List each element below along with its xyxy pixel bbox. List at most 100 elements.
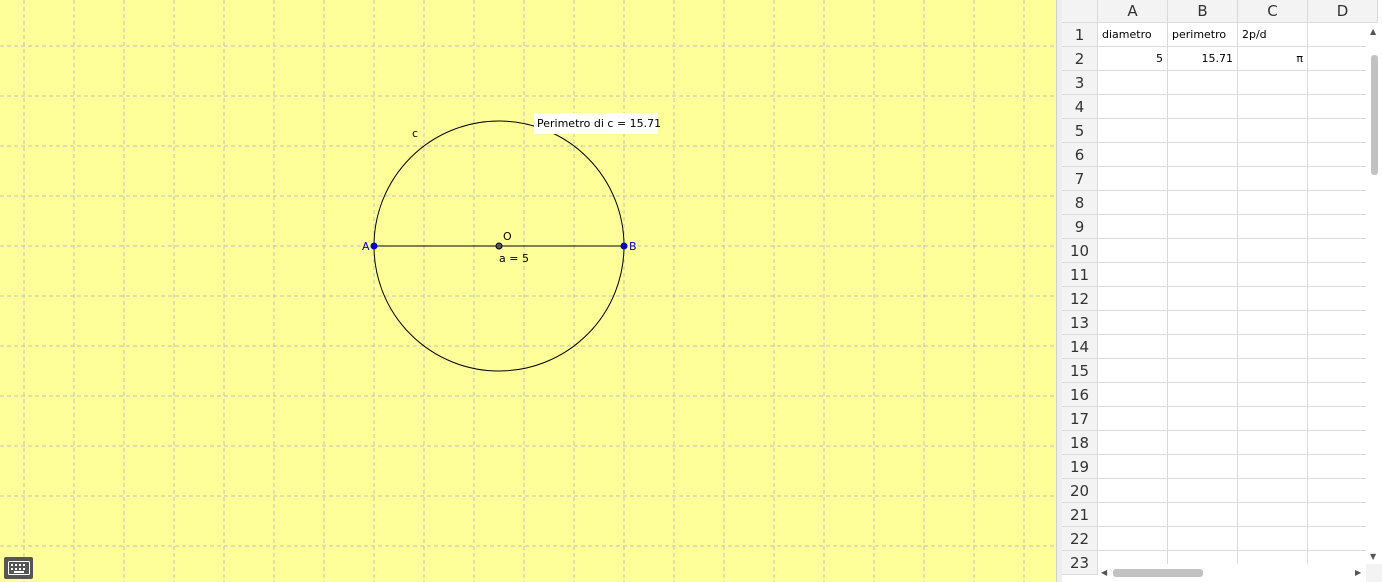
cell-b5[interactable] (1168, 119, 1238, 143)
cell-b6[interactable] (1168, 143, 1238, 167)
row-header-18[interactable]: 18 (1062, 431, 1098, 455)
cell-a5[interactable] (1098, 119, 1168, 143)
cell-c20[interactable] (1238, 479, 1308, 503)
row-header-12[interactable]: 12 (1062, 287, 1098, 311)
row-header-21[interactable]: 21 (1062, 503, 1098, 527)
cell-b9[interactable] (1168, 215, 1238, 239)
cell-c3[interactable] (1238, 71, 1308, 95)
row-header-1[interactable]: 1 (1062, 23, 1098, 47)
row-header-17[interactable]: 17 (1062, 407, 1098, 431)
cell-b8[interactable] (1168, 191, 1238, 215)
cell-b20[interactable] (1168, 479, 1238, 503)
cell-a7[interactable] (1098, 167, 1168, 191)
cell-c22[interactable] (1238, 527, 1308, 551)
cell-a12[interactable] (1098, 287, 1168, 311)
row-header-11[interactable]: 11 (1062, 263, 1098, 287)
vertical-scroll-thumb[interactable] (1371, 55, 1378, 175)
cell-a14[interactable] (1098, 335, 1168, 359)
cell-b3[interactable] (1168, 71, 1238, 95)
cell-a20[interactable] (1098, 479, 1168, 503)
cell-a6[interactable] (1098, 143, 1168, 167)
row-header-14[interactable]: 14 (1062, 335, 1098, 359)
cell-b7[interactable] (1168, 167, 1238, 191)
cell-a4[interactable] (1098, 95, 1168, 119)
cell-a10[interactable] (1098, 239, 1168, 263)
cell-c5[interactable] (1238, 119, 1308, 143)
point-a[interactable] (370, 242, 378, 250)
cell-b21[interactable] (1168, 503, 1238, 527)
row-header-15[interactable]: 15 (1062, 359, 1098, 383)
cell-a1[interactable]: diametro (1098, 23, 1168, 47)
row-header-3[interactable]: 3 (1062, 71, 1098, 95)
cell-a17[interactable] (1098, 407, 1168, 431)
horizontal-scrollbar[interactable]: ◀ ▶ (1098, 564, 1366, 582)
cell-b18[interactable] (1168, 431, 1238, 455)
cell-c17[interactable] (1238, 407, 1308, 431)
cell-b4[interactable] (1168, 95, 1238, 119)
cell-a15[interactable] (1098, 359, 1168, 383)
perimeter-caption[interactable]: Perimetro di c = 15.71 (537, 117, 661, 130)
vertical-scrollbar[interactable]: ▲ ▼ (1366, 23, 1382, 564)
spreadsheet-view[interactable]: A B C D 1 diametro perimetro 2p/d 2 5 15.71 π 3 4… (1062, 0, 1382, 582)
cell-c14[interactable] (1238, 335, 1308, 359)
cell-b14[interactable] (1168, 335, 1238, 359)
cell-b10[interactable] (1168, 239, 1238, 263)
row-header-6[interactable]: 6 (1062, 143, 1098, 167)
cell-a19[interactable] (1098, 455, 1168, 479)
cell-c15[interactable] (1238, 359, 1308, 383)
cell-c9[interactable] (1238, 215, 1308, 239)
cell-c2[interactable]: π (1238, 47, 1308, 71)
cell-b16[interactable] (1168, 383, 1238, 407)
graphics-canvas[interactable]: A B O a = 5 c Perimetro di c = 15.71 (0, 0, 1056, 582)
cell-a21[interactable] (1098, 503, 1168, 527)
cell-c10[interactable] (1238, 239, 1308, 263)
row-header-7[interactable]: 7 (1062, 167, 1098, 191)
cell-c19[interactable] (1238, 455, 1308, 479)
spreadsheet-corner[interactable] (1062, 0, 1098, 23)
cell-b11[interactable] (1168, 263, 1238, 287)
cell-c4[interactable] (1238, 95, 1308, 119)
horizontal-scroll-thumb[interactable] (1113, 569, 1203, 577)
scroll-left-icon[interactable]: ◀ (1101, 569, 1107, 577)
cell-c21[interactable] (1238, 503, 1308, 527)
cell-a9[interactable] (1098, 215, 1168, 239)
row-header-8[interactable]: 8 (1062, 191, 1098, 215)
cell-a18[interactable] (1098, 431, 1168, 455)
cell-c6[interactable] (1238, 143, 1308, 167)
cell-b13[interactable] (1168, 311, 1238, 335)
cell-b12[interactable] (1168, 287, 1238, 311)
row-header-22[interactable]: 22 (1062, 527, 1098, 551)
cell-b17[interactable] (1168, 407, 1238, 431)
cell-c16[interactable] (1238, 383, 1308, 407)
row-header-4[interactable]: 4 (1062, 95, 1098, 119)
cell-a2[interactable]: 5 (1098, 47, 1168, 71)
cell-b15[interactable] (1168, 359, 1238, 383)
row-header-9[interactable]: 9 (1062, 215, 1098, 239)
column-header-a[interactable]: A (1098, 0, 1168, 23)
cell-a3[interactable] (1098, 71, 1168, 95)
cell-b2[interactable]: 15.71 (1168, 47, 1238, 71)
scroll-right-icon[interactable]: ▶ (1355, 569, 1361, 577)
cell-a8[interactable] (1098, 191, 1168, 215)
row-header-23[interactable]: 23 (1062, 551, 1098, 575)
row-header-10[interactable]: 10 (1062, 239, 1098, 263)
cell-a22[interactable] (1098, 527, 1168, 551)
graphics-view[interactable]: A B O a = 5 c Perimetro di c = 15.71 (0, 0, 1056, 582)
row-header-19[interactable]: 19 (1062, 455, 1098, 479)
point-o[interactable] (495, 242, 503, 250)
row-header-13[interactable]: 13 (1062, 311, 1098, 335)
row-header-5[interactable]: 5 (1062, 119, 1098, 143)
cell-a13[interactable] (1098, 311, 1168, 335)
cell-b19[interactable] (1168, 455, 1238, 479)
cell-b1[interactable]: perimetro (1168, 23, 1238, 47)
keyboard-button[interactable] (4, 557, 33, 579)
row-header-16[interactable]: 16 (1062, 383, 1098, 407)
cell-c8[interactable] (1238, 191, 1308, 215)
row-header-2[interactable]: 2 (1062, 47, 1098, 71)
point-b[interactable] (620, 242, 628, 250)
scroll-down-icon[interactable]: ▼ (1370, 553, 1376, 561)
column-header-b[interactable]: B (1168, 0, 1238, 23)
cell-b22[interactable] (1168, 527, 1238, 551)
cell-c12[interactable] (1238, 287, 1308, 311)
cell-a11[interactable] (1098, 263, 1168, 287)
